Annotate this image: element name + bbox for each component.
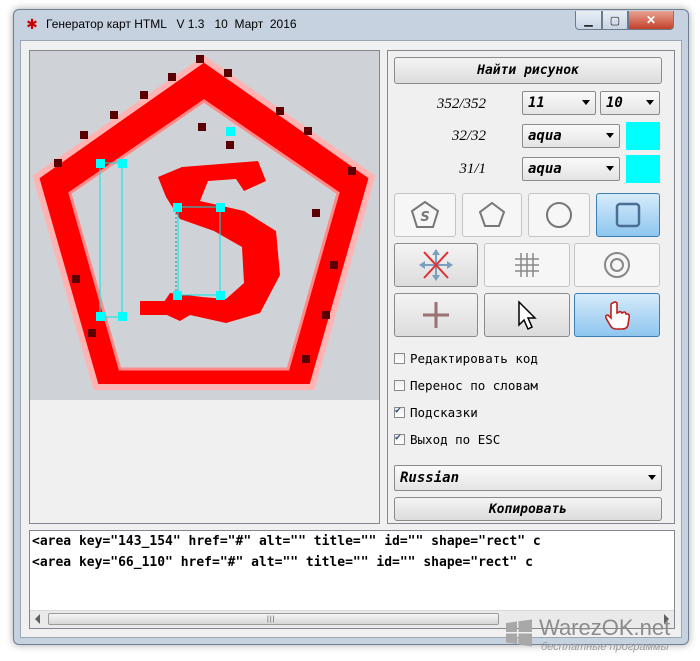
color-1-swatch[interactable]: [626, 122, 660, 150]
image-canvas[interactable]: [30, 51, 379, 400]
add-point-button[interactable]: [394, 293, 478, 337]
checkbox-box[interactable]: [394, 405, 405, 418]
shape-rect-button[interactable]: [596, 193, 660, 237]
checkbox-box[interactable]: [394, 379, 405, 391]
color-2-swatch[interactable]: [626, 155, 660, 183]
client-area: Найти рисунок 352/352 11 10 32/32 aqua 3…: [20, 40, 682, 638]
word-wrap-checkbox[interactable]: Перенос по словам: [394, 376, 538, 394]
chevron-down-icon: [646, 100, 654, 105]
grid-y-select[interactable]: 10: [600, 91, 660, 115]
image-canvas-panel[interactable]: [29, 50, 380, 524]
watermark-subtitle: бесплатные программы: [541, 641, 669, 653]
watermark-title: WarezOK.net: [539, 615, 671, 640]
maximize-icon: ▢: [609, 14, 621, 27]
app-window: ✱ Генератор карт HTML V 1.3 10 Март 2016…: [13, 9, 689, 645]
target-icon: [604, 252, 630, 278]
chevron-down-icon: [648, 475, 656, 480]
move-delete-icon: [419, 249, 453, 281]
code-line-1: <area key="143_154" href="#" alt="" titl…: [32, 534, 541, 549]
grip-icon: |||: [267, 616, 276, 623]
pentagon-s-image[interactable]: [30, 51, 379, 400]
code-line-2: <area key="66_110" href="#" alt="" title…: [32, 555, 533, 570]
chevron-down-icon: [606, 133, 614, 138]
image-size-label: 352/352: [436, 96, 486, 112]
pentagon-icon: [478, 201, 506, 227]
language-value: Russian: [400, 470, 460, 486]
color-2-select[interactable]: aqua: [522, 157, 620, 181]
color-2-value: aqua: [528, 161, 562, 177]
maximize-button[interactable]: ▢: [602, 11, 628, 30]
shape-s-logo-button[interactable]: S: [394, 193, 456, 237]
color-1-select[interactable]: aqua: [522, 124, 620, 148]
circle-icon: [546, 202, 572, 228]
select-tool-button[interactable]: [484, 293, 570, 337]
cell-size-label: 32/32: [451, 128, 486, 144]
color-1-value: aqua: [528, 128, 562, 144]
grid-x-select[interactable]: 11: [522, 91, 596, 115]
checkbox-label: Подсказки: [410, 404, 478, 420]
checkbox-box[interactable]: [394, 352, 405, 364]
shape-circle-button[interactable]: [528, 193, 590, 237]
checkbox-label: Выход по ESC: [410, 431, 501, 447]
square-icon: [615, 202, 641, 228]
delete-area-button[interactable]: [394, 243, 478, 287]
find-image-button[interactable]: Найти рисунок: [394, 57, 662, 84]
grid-y-value: 10: [606, 95, 623, 111]
scroll-left-icon[interactable]: [35, 614, 40, 624]
title-bar[interactable]: ✱ Генератор карт HTML V 1.3 10 Март 2016…: [14, 10, 688, 40]
exit-esc-checkbox[interactable]: Выход по ESC: [394, 430, 500, 448]
checkbox-box[interactable]: [394, 432, 405, 445]
tooltips-checkbox[interactable]: Подсказки: [394, 403, 478, 421]
pentagon-s-icon: S: [410, 200, 440, 228]
hand-pointer-icon: [604, 301, 631, 330]
chevron-down-icon: [582, 100, 590, 105]
windows-logo-icon: [506, 619, 532, 647]
grid-toggle-button[interactable]: [484, 243, 570, 287]
close-button[interactable]: ✕: [628, 11, 674, 30]
copy-button[interactable]: Копировать: [394, 497, 662, 521]
chevron-down-icon: [606, 166, 614, 171]
checkbox-label: Перенос по словам: [410, 377, 538, 393]
grid-x-value: 11: [528, 95, 545, 111]
language-select[interactable]: Russian: [394, 465, 662, 491]
control-panel: Найти рисунок 352/352 11 10 32/32 aqua 3…: [387, 50, 675, 524]
close-icon: ✕: [645, 13, 657, 27]
position-label: 31/1: [459, 161, 486, 177]
edit-code-checkbox[interactable]: Редактировать код: [394, 349, 538, 367]
minimize-icon: ▁: [584, 14, 593, 27]
plus-icon: [423, 302, 449, 328]
window-title: Генератор карт HTML V 1.3 10 Март 2016: [46, 17, 297, 31]
watermark: WarezOK.net бесплатные программы: [505, 615, 695, 655]
grid-icon: [515, 253, 539, 277]
cursor-arrow-icon: [518, 300, 537, 331]
checkbox-label: Редактировать код: [410, 350, 538, 366]
target-button[interactable]: [574, 243, 660, 287]
app-logo-icon: ✱: [26, 16, 38, 32]
scrollbar-thumb[interactable]: |||: [48, 613, 499, 625]
svg-text:S: S: [420, 210, 429, 225]
minimize-button[interactable]: ▁: [575, 11, 602, 30]
shape-polygon-button[interactable]: [462, 193, 522, 237]
hand-tool-button[interactable]: [574, 293, 660, 337]
